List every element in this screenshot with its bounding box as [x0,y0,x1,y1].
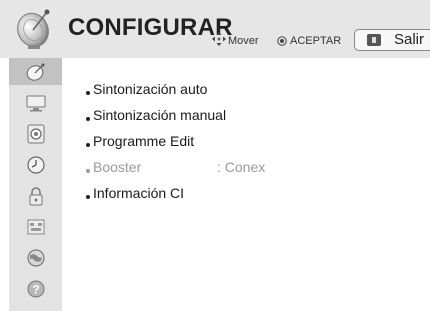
menu-item-label: Información CI [93,185,185,201]
svg-text:?: ? [32,282,39,296]
menu-item-label: Booster [93,159,142,175]
ok-hint: ACEPTAR [277,35,342,47]
input-panel-icon [27,219,44,234]
four-way-arrows-icon [212,32,226,46]
move-hint-label: Mover [228,35,259,47]
sidebar-item-option[interactable] [9,244,62,271]
sidebar-item-audio[interactable] [9,120,62,147]
ok-button-icon [277,36,287,46]
satellite-dish-icon [17,9,50,49]
globe-icon [27,249,44,266]
sidebar-item-input[interactable] [9,213,62,240]
bullet [86,195,90,199]
sidebar-item-lock[interactable] [9,182,62,209]
sidebar-item-setup[interactable] [9,58,62,85]
page-title: CONFIGURAR [68,14,233,41]
exit-label: Salir [394,31,425,48]
bullet [86,91,90,95]
menu-item-label: Sintonización auto [93,81,208,97]
help-icon: ? [27,280,44,297]
menu-header: CONFIGURAR Mover ACEPTAR Salir [0,0,430,58]
monitor-icon [26,95,45,111]
exit-button[interactable]: Salir [354,29,430,51]
sidebar-item-picture[interactable] [9,89,62,116]
exit-key-icon [367,34,381,46]
bullet [86,117,90,121]
bullet [86,143,90,147]
sidebar-item-support[interactable]: ? [9,275,62,302]
booster-value: : Conex [217,159,266,175]
move-hint: Mover [212,32,259,47]
clock-icon [26,155,45,174]
ok-hint-label: ACEPTAR [290,35,342,47]
satellite-dish-icon [26,63,44,81]
speaker-icon [27,124,44,143]
bullet [86,169,90,173]
sidebar-item-time[interactable] [9,151,62,178]
lock-icon [29,186,42,205]
menu-item-label: Programme Edit [93,133,195,149]
menu-item-label: Sintonización manual [93,107,227,123]
sidebar: ? [9,58,62,311]
